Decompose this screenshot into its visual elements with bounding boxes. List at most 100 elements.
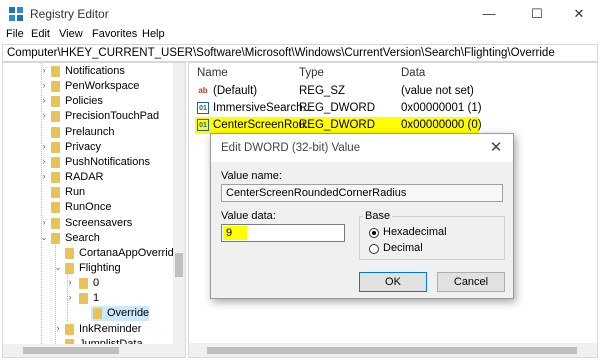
tree-item[interactable]: › InkReminder [3, 322, 175, 337]
tree-item-label[interactable]: Prelaunch [65, 126, 115, 138]
chevron-right-icon[interactable]: › [39, 80, 49, 90]
hexadecimal-radio[interactable]: Hexadecimal [369, 226, 489, 240]
decimal-radio-circle[interactable] [369, 244, 379, 254]
window-title: Registry Editor [30, 7, 109, 21]
tree-item[interactable]: › Notifications [3, 64, 175, 79]
folder-icon [51, 217, 60, 229]
menu-help[interactable]: Help [142, 28, 165, 40]
tree-item[interactable]: › Policies [3, 94, 175, 109]
tree-item-label[interactable]: 0 [93, 277, 99, 289]
tree-horizontal-scrollbar[interactable] [3, 344, 185, 357]
tree-item-label[interactable]: Screensavers [65, 217, 132, 229]
maximize-button[interactable]: ☐ [514, 0, 560, 28]
chevron-right-icon[interactable]: › [39, 141, 49, 151]
value-name-text: CenterScreenRoundedCornerRadius [226, 187, 407, 199]
tree-item[interactable]: › 0 [3, 276, 175, 291]
tree-item[interactable]: Run [3, 185, 175, 200]
tree-item-label[interactable]: PenWorkspace [65, 80, 139, 92]
tree-item[interactable]: › PushNotifications [3, 155, 175, 170]
menu-view[interactable]: View [59, 28, 83, 40]
tree-item-label[interactable]: Notifications [65, 65, 125, 77]
minimize-button[interactable]: — [466, 0, 512, 28]
folder-icon [51, 111, 60, 123]
folder-icon [65, 262, 74, 274]
menu-favorites[interactable]: Favorites [92, 28, 137, 40]
value-data: 0x00000001 (1) [401, 102, 482, 114]
value-name-label: Value name: [221, 170, 282, 182]
tree-item[interactable]: › PrecisionTouchPad [3, 109, 175, 124]
value-type: REG_DWORD [299, 102, 376, 114]
value-row[interactable]: 01 ImmersiveSearch... REG_DWORD 0x00000001 … [189, 100, 597, 117]
chevron-right-icon[interactable]: › [39, 95, 49, 105]
value-row[interactable]: 01 CenterScreenRou... REG_DWORD 0x00000000 … [189, 117, 597, 134]
ok-button[interactable]: OK [359, 272, 427, 292]
chevron-down-icon[interactable]: ⌄ [39, 232, 49, 243]
tree-item[interactable]: › Privacy [3, 140, 175, 155]
value-type: REG_DWORD [299, 119, 376, 131]
tree-item[interactable]: RunOnce [3, 200, 175, 215]
chevron-right-icon[interactable]: › [39, 171, 49, 181]
chevron-right-icon[interactable]: › [39, 156, 49, 166]
tree-vertical-scrollbar[interactable] [173, 63, 185, 344]
tree-item[interactable]: › 1 [3, 291, 175, 306]
tree-item[interactable]: › PenWorkspace [3, 79, 175, 94]
tree-item-label[interactable]: PrecisionTouchPad [65, 110, 159, 122]
folder-icon [79, 293, 88, 305]
chevron-right-icon[interactable]: › [65, 292, 75, 302]
tree-item[interactable]: ⌄ Flighting [3, 261, 175, 276]
tree-item[interactable]: CortanaAppOverride [3, 246, 180, 261]
list-horizontal-scrollbar[interactable] [189, 343, 597, 357]
value-name: ImmersiveSearch... [213, 102, 313, 114]
value-name-field[interactable]: CenterScreenRoundedCornerRadius [221, 184, 503, 202]
value-data-text: 9 [226, 227, 233, 239]
column-header-name[interactable]: Name [197, 67, 228, 79]
binary-value-icon: 01 [197, 102, 209, 114]
cancel-button[interactable]: Cancel [437, 272, 505, 292]
tree-hscroll-thumb[interactable] [23, 347, 119, 354]
tree-item[interactable]: Prelaunch [3, 125, 175, 140]
tree-item-label[interactable]: Privacy [65, 141, 101, 153]
value-data: (value not set) [401, 85, 474, 97]
chevron-right-icon[interactable]: › [39, 217, 49, 227]
folder-icon [51, 141, 60, 153]
chevron-right-icon[interactable]: › [39, 110, 49, 120]
decimal-radio[interactable]: Decimal [369, 242, 489, 256]
chevron-right-icon[interactable]: › [39, 65, 49, 75]
tree-item-label[interactable]: CortanaAppOverride [79, 247, 180, 259]
tree-item[interactable]: ⌄ Search [3, 231, 175, 246]
tree-item-label[interactable]: RunOnce [65, 201, 111, 213]
value-data-label: Value data: [221, 210, 276, 222]
address-path[interactable]: Computer\HKEY_CURRENT_USER\Software\Micr… [7, 47, 555, 59]
tree-item[interactable]: Override [3, 306, 175, 322]
column-header-data[interactable]: Data [401, 67, 425, 79]
tree-item-label[interactable]: Override [107, 307, 149, 319]
list-hscroll-thumb[interactable] [207, 347, 577, 354]
string-value-icon: ab [198, 86, 208, 95]
tree-scroll-thumb[interactable] [175, 253, 183, 277]
hexadecimal-radio-circle[interactable] [369, 228, 379, 238]
tree-item-label[interactable]: InkReminder [79, 323, 141, 335]
close-button[interactable]: ✕ [556, 0, 600, 28]
value-data-input[interactable]: 9 [221, 224, 345, 242]
tree-item[interactable]: › RADAR [3, 170, 175, 185]
key-tree-pane: › Notifications › PenWorkspace › Policies › Pre… [2, 62, 186, 358]
chevron-down-icon[interactable]: ⌄ [53, 262, 63, 273]
tree-item-label[interactable]: Flighting [79, 262, 121, 274]
tree-item-label[interactable]: Search [65, 232, 100, 244]
decimal-label: Decimal [383, 242, 423, 254]
menu-edit[interactable]: Edit [31, 28, 50, 40]
chevron-right-icon[interactable]: › [65, 277, 75, 287]
tree-item-label[interactable]: Policies [65, 95, 103, 107]
tree-item-label[interactable]: 1 [93, 292, 99, 304]
folder-icon [51, 172, 60, 184]
menu-file[interactable]: File [6, 28, 24, 40]
address-bar[interactable]: Computer\HKEY_CURRENT_USER\Software\Micr… [2, 44, 598, 62]
dialog-close-button[interactable]: ✕ [485, 138, 507, 158]
tree-item[interactable]: › Screensavers [3, 216, 175, 231]
tree-item-label[interactable]: Run [65, 186, 85, 198]
tree-item-label[interactable]: PushNotifications [65, 156, 150, 168]
chevron-right-icon[interactable]: › [53, 323, 63, 333]
value-row[interactable]: ab (Default) REG_SZ (value not set) [189, 83, 597, 100]
column-header-type[interactable]: Type [299, 67, 324, 79]
tree-item-label[interactable]: RADAR [65, 171, 104, 183]
